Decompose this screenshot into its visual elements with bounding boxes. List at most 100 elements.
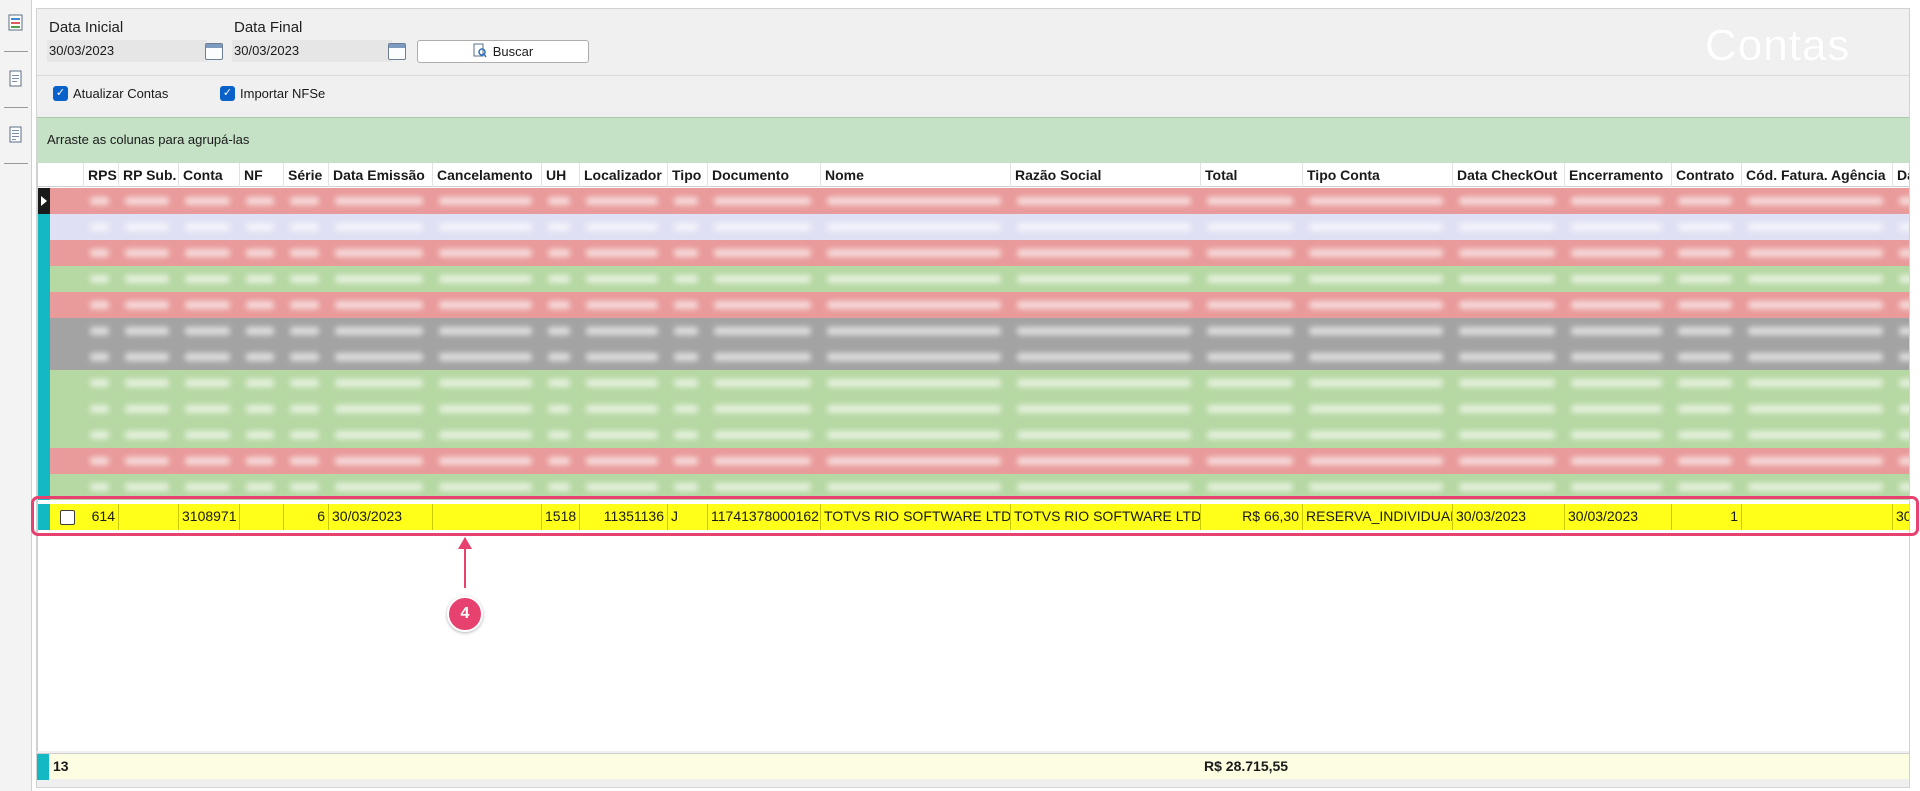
options-row: ✓ Atualizar Contas ✓ Importar NFSe xyxy=(37,75,1909,111)
table-row[interactable] xyxy=(38,214,1909,240)
left-toolbar-button-3[interactable] xyxy=(4,112,28,164)
calendar-icon[interactable] xyxy=(388,43,406,60)
left-toolbar-button-2[interactable] xyxy=(4,56,28,108)
table-row[interactable] xyxy=(38,266,1909,292)
row-indicator xyxy=(38,318,50,344)
buscar-button[interactable]: Buscar xyxy=(417,40,589,63)
redacted-cell xyxy=(1678,431,1732,439)
redacted-cell xyxy=(1459,197,1555,205)
header-data-checkout[interactable]: Data CheckOut xyxy=(1453,163,1565,187)
redacted-cell xyxy=(1748,197,1883,205)
left-toolbar-button-1[interactable] xyxy=(4,0,28,52)
redacted-cell xyxy=(1207,405,1293,413)
row-indicator xyxy=(38,370,50,396)
header-encerramento[interactable]: Encerramento xyxy=(1565,163,1672,187)
redacted-cell xyxy=(674,431,698,439)
table-row[interactable] xyxy=(38,370,1909,396)
row-indicator xyxy=(38,292,50,318)
table-row[interactable] xyxy=(38,188,1909,214)
table-row[interactable] xyxy=(38,422,1909,448)
table-row[interactable] xyxy=(38,318,1909,344)
table-row[interactable] xyxy=(38,240,1909,266)
group-by-panel[interactable]: Arraste as colunas para agrupá-las xyxy=(37,117,1909,163)
redacted-cell xyxy=(335,379,423,387)
redacted-cell xyxy=(290,275,319,283)
redacted-cell xyxy=(1309,457,1443,465)
redacted-cell xyxy=(827,379,1001,387)
header-dat[interactable]: Dat xyxy=(1893,163,1909,187)
importar-nfse-label: Importar NFSe xyxy=(240,86,326,101)
redacted-cell xyxy=(185,301,230,309)
data-final-field[interactable]: 30/03/2023 xyxy=(232,40,392,62)
left-toolbar xyxy=(0,0,32,791)
redacted-cell xyxy=(827,483,1001,491)
redacted-cell xyxy=(714,379,811,387)
calendar-icon[interactable] xyxy=(205,43,223,60)
header-contrato[interactable]: Contrato xyxy=(1672,163,1742,187)
header-cancelamento[interactable]: Cancelamento xyxy=(433,163,542,187)
redacted-cell xyxy=(185,457,230,465)
header-documento[interactable]: Documento xyxy=(708,163,821,187)
header-localizador[interactable]: Localizador xyxy=(580,163,668,187)
redacted-cell xyxy=(1678,353,1732,361)
redacted-cell xyxy=(674,197,698,205)
redacted-cell xyxy=(1748,275,1883,283)
header-serie[interactable]: Série xyxy=(284,163,329,187)
redacted-cell xyxy=(1207,379,1293,387)
redacted-cell xyxy=(125,249,169,257)
header-uh[interactable]: UH xyxy=(542,163,580,187)
redacted-cell xyxy=(1309,275,1443,283)
redacted-cell xyxy=(1899,353,1909,361)
brand-title: Contas xyxy=(1705,21,1851,70)
step-badge: 4 xyxy=(447,596,483,632)
redacted-cell xyxy=(439,405,532,413)
header-tipo[interactable]: Tipo xyxy=(668,163,708,187)
table-row[interactable] xyxy=(38,292,1909,318)
redacted-cell xyxy=(290,327,319,335)
header-cod-fatura-agencia[interactable]: Cód. Fatura. Agência xyxy=(1742,163,1893,187)
redacted-cell xyxy=(290,405,319,413)
importar-nfse-checkbox[interactable]: ✓ Importar NFSe xyxy=(220,86,325,101)
header-razao-social[interactable]: Razão Social xyxy=(1011,163,1201,187)
header-tipo-conta[interactable]: Tipo Conta xyxy=(1303,163,1453,187)
header-total[interactable]: Total xyxy=(1201,163,1303,187)
redacted-cell xyxy=(1748,379,1883,387)
redacted-cell xyxy=(1748,457,1883,465)
report-icon xyxy=(8,126,24,144)
redacted-cell xyxy=(827,301,1001,309)
header-rp-sub[interactable]: RP Sub. xyxy=(119,163,179,187)
table-row[interactable] xyxy=(38,344,1909,370)
redacted-cell xyxy=(246,431,274,439)
header-rps[interactable]: RPS xyxy=(84,163,119,187)
data-inicial-field[interactable]: 30/03/2023 xyxy=(47,40,207,62)
header-nf[interactable]: NF xyxy=(240,163,284,187)
redacted-cell xyxy=(1017,301,1191,309)
redacted-cell xyxy=(1459,483,1555,491)
redacted-cell xyxy=(1017,249,1191,257)
header-nome[interactable]: Nome xyxy=(821,163,1011,187)
redacted-cell xyxy=(714,431,811,439)
redacted-cell xyxy=(246,405,274,413)
redacted-cell xyxy=(290,197,319,205)
header-data-emissao[interactable]: Data Emissão xyxy=(329,163,433,187)
table-row[interactable] xyxy=(38,448,1909,474)
redacted-cell xyxy=(335,431,423,439)
redacted-cell xyxy=(1748,483,1883,491)
redacted-cell xyxy=(1899,223,1909,231)
table-row[interactable] xyxy=(38,396,1909,422)
redacted-cell xyxy=(90,301,109,309)
redacted-cell xyxy=(335,327,423,335)
redacted-cell xyxy=(335,275,423,283)
header-conta[interactable]: Conta xyxy=(179,163,240,187)
redacted-cell xyxy=(90,327,109,335)
redacted-cell xyxy=(439,327,532,335)
atualizar-contas-checkbox[interactable]: ✓ Atualizar Contas xyxy=(53,86,168,101)
redacted-cell xyxy=(90,197,109,205)
redacted-cell xyxy=(714,405,811,413)
redacted-cell xyxy=(548,431,570,439)
redacted-cell xyxy=(714,301,811,309)
redacted-cell xyxy=(335,483,423,491)
redacted-cell xyxy=(548,483,570,491)
row-indicator xyxy=(38,448,50,474)
redacted-cell xyxy=(1899,197,1909,205)
